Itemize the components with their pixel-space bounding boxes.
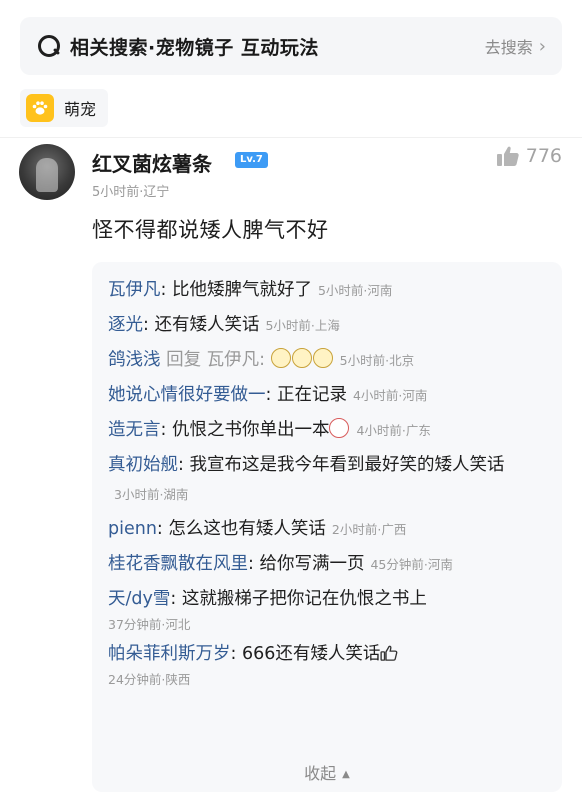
- go-search-label: 去搜索: [484, 38, 533, 57]
- reply-username[interactable]: 鸽浅浅: [108, 350, 161, 370]
- reply-text: 这就搬梯子把你记在仇恨之书上: [181, 589, 427, 609]
- reply-time: 5小时前·北京: [339, 353, 415, 368]
- doge-emoji-icon: [312, 348, 333, 368]
- reply-text: 怎么这也有矮人笑话: [168, 519, 326, 539]
- reply-item[interactable]: 瓦伊凡: 比他矮脾气就好了 5小时前·河南: [108, 276, 546, 305]
- like-count: 776: [525, 145, 562, 167]
- reply-word: 回复: [166, 350, 202, 370]
- related-search-query: 相关搜索·宠物镜子 互动玩法: [70, 36, 319, 59]
- reply-text: 比他矮脾气就好了: [171, 280, 312, 300]
- go-search-button[interactable]: 去搜索 ›: [485, 34, 546, 58]
- topic-tag-label: 萌宠: [64, 100, 97, 119]
- related-search-bar[interactable]: 相关搜索·宠物镜子 互动玩法 去搜索 ›: [20, 17, 562, 75]
- avatar[interactable]: [19, 144, 75, 200]
- reply-item[interactable]: 她说心情很好要做一: 正在记录 4小时前·河南: [108, 381, 546, 410]
- reply-time: 4小时前·河南: [352, 388, 428, 403]
- reply-time: 37分钟前·河北: [108, 617, 191, 632]
- divider: [0, 137, 582, 138]
- reply-text: 666还有矮人笑话: [241, 644, 381, 664]
- reply-text: 我宣布这是我今年看到最好笑的矮人笑话: [189, 455, 505, 475]
- reply-time: 4小时前·广东: [356, 423, 431, 438]
- reply-time: 45分钟前·河南: [370, 557, 453, 572]
- thumbs-up-icon: [380, 645, 398, 661]
- paw-icon: [26, 94, 54, 122]
- reply-username[interactable]: 逐光: [108, 315, 143, 335]
- caret-up-icon: ▲: [342, 769, 350, 780]
- like-button[interactable]: 776: [496, 145, 562, 167]
- reply-text: 正在记录: [276, 385, 347, 405]
- smile-emoji-icon: [329, 418, 350, 438]
- reply-item[interactable]: 鸽浅浅 回复 瓦伊凡: 5小时前·北京: [108, 346, 546, 375]
- search-icon: [36, 33, 62, 59]
- comment-meta: 5小时前·辽宁: [92, 185, 170, 200]
- reply-username[interactable]: 桂花香飘散在风里: [108, 554, 248, 574]
- doge-emoji-icon: [291, 348, 312, 368]
- reply-text: 给你写满一页: [259, 554, 365, 574]
- chevron-right-icon: ›: [538, 35, 546, 57]
- thumbs-up-icon: [496, 146, 519, 166]
- reply-username[interactable]: 真初始舰: [108, 455, 178, 475]
- reply-username[interactable]: 她说心情很好要做一: [108, 385, 266, 405]
- collapse-label: 收起: [304, 764, 337, 783]
- reply-item[interactable]: pienn: 怎么这也有矮人笑话 2小时前·广西: [108, 515, 546, 544]
- reply-to-username[interactable]: 瓦伊凡:: [207, 350, 265, 370]
- doge-emoji-icon: [270, 348, 291, 368]
- reply-item[interactable]: 逐光: 还有矮人笑话 5小时前·上海: [108, 311, 546, 340]
- reply-item[interactable]: 帕朵菲利斯万岁: 666还有矮人笑话 24分钟前·陕西: [108, 640, 546, 689]
- reply-time: 5小时前·河南: [317, 283, 393, 298]
- reply-time: 24分钟前·陕西: [108, 672, 191, 687]
- reply-item[interactable]: 桂花香飘散在风里: 给你写满一页 45分钟前·河南: [108, 550, 546, 579]
- comment-username[interactable]: 红叉菌炫薯条: [92, 148, 212, 177]
- reply-username[interactable]: 帕朵菲利斯万岁: [108, 644, 231, 664]
- collapse-button[interactable]: 收起 ▲: [92, 760, 562, 784]
- reply-text: 仇恨之书你单出一本: [171, 420, 330, 440]
- reply-username[interactable]: 天/dy雪: [108, 589, 170, 609]
- reply-item[interactable]: 真初始舰: 我宣布这是我今年看到最好笑的矮人笑话3小时前·湖南: [108, 451, 546, 509]
- reply-item[interactable]: 天/dy雪: 这就搬梯子把你记在仇恨之书上 37分钟前·河北: [108, 585, 546, 634]
- reply-username[interactable]: 造无言: [108, 420, 161, 440]
- reply-username[interactable]: pienn: [108, 519, 157, 539]
- reply-username[interactable]: 瓦伊凡: [108, 280, 161, 300]
- reply-time: 3小时前·湖南: [114, 487, 189, 502]
- reply-time: 2小时前·广西: [331, 522, 407, 537]
- level-badge: Lv.7: [235, 152, 268, 168]
- reply-item[interactable]: 造无言: 仇恨之书你单出一本 4小时前·广东: [108, 416, 546, 445]
- topic-tag[interactable]: 萌宠: [20, 89, 109, 127]
- reply-time: 5小时前·上海: [265, 318, 340, 333]
- comment-content: 怪不得都说矮人脾气不好: [92, 218, 329, 242]
- replies-panel: 瓦伊凡: 比他矮脾气就好了 5小时前·河南 逐光: 还有矮人笑话 5小时前·上海 鸽…: [92, 262, 562, 792]
- reply-text: 还有矮人笑话: [154, 315, 260, 335]
